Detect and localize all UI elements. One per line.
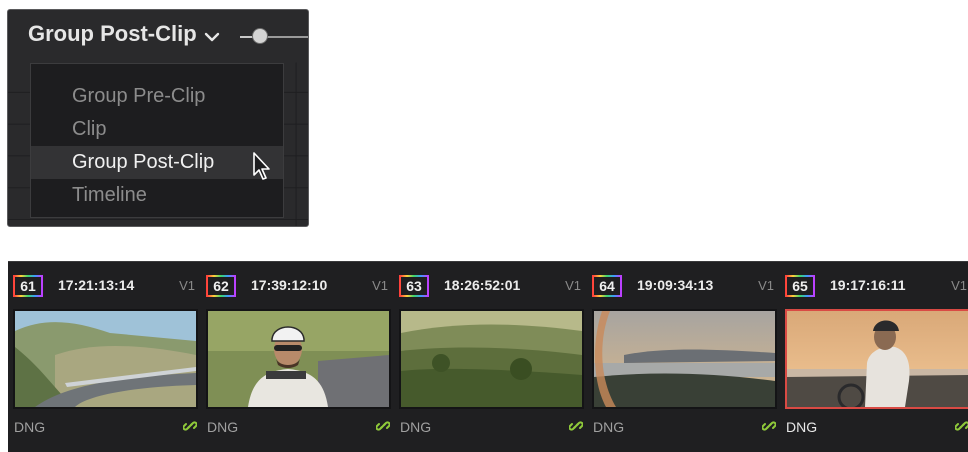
link-icon <box>762 421 776 431</box>
clip-64[interactable]: 64 19:09:34:13 V1 DNG <box>587 262 780 452</box>
clip-number-badge: 63 <box>399 275 429 297</box>
clip-timecode: 17:39:12:10 <box>251 277 328 293</box>
clip-63[interactable]: 63 18:26:52:01 V1 DNG <box>394 262 587 452</box>
node-mode-panel: Group Post-Clip Group Pre-Clip Clip Grou… <box>7 9 309 227</box>
cyclist-silhouette-image <box>787 311 968 407</box>
node-mode-label[interactable]: Group Post-Clip <box>28 21 197 47</box>
chevron-down-icon[interactable] <box>204 32 220 42</box>
clip-timecode: 19:09:34:13 <box>637 277 714 293</box>
clip-format: DNG <box>400 419 432 435</box>
clip-number-badge: 62 <box>206 275 236 297</box>
node-mode-menu: Group Pre-Clip Clip Group Post-Clip Time… <box>30 63 284 218</box>
clip-thumbnail-selected[interactable] <box>785 309 968 409</box>
clip-65[interactable]: 65 19:17:16:11 V1 DNG <box>780 262 968 452</box>
menu-item-clip[interactable]: Clip <box>31 113 283 146</box>
cyclist-closeup-image <box>208 311 389 407</box>
clip-strip: 61 17:21:13:14 V1 DNG 62 17:39:12:10 V1 <box>8 261 968 452</box>
menu-item-timeline[interactable]: Timeline <box>31 179 283 212</box>
coastal-road-image <box>15 311 196 407</box>
clip-number-badge: 61 <box>13 275 43 297</box>
link-icon <box>376 421 390 431</box>
node-mode-dropdown[interactable]: Group Post-Clip <box>8 10 308 62</box>
clip-61[interactable]: 61 17:21:13:14 V1 DNG <box>8 262 201 452</box>
clip-number-badge: 65 <box>785 275 815 297</box>
menu-item-group-post-clip[interactable]: Group Post-Clip <box>31 146 283 179</box>
clip-track: V1 <box>565 278 581 293</box>
clip-format: DNG <box>786 419 818 435</box>
zoom-slider-thumb[interactable] <box>253 29 267 43</box>
clip-thumbnail[interactable] <box>399 309 584 409</box>
mouse-pointer-icon <box>253 152 270 180</box>
clip-format: DNG <box>14 419 46 435</box>
link-icon <box>955 421 968 431</box>
clip-62[interactable]: 62 17:39:12:10 V1 DNG <box>201 262 394 452</box>
green-hillside-image <box>401 311 582 407</box>
clip-track: V1 <box>372 278 388 293</box>
clip-timecode: 18:26:52:01 <box>444 277 521 293</box>
clip-timecode: 17:21:13:14 <box>58 277 135 293</box>
sunset-bay-image <box>594 311 775 407</box>
clip-thumbnail[interactable] <box>13 309 198 409</box>
clip-timecode: 19:17:16:11 <box>830 277 906 293</box>
link-icon <box>569 421 583 431</box>
clip-track: V1 <box>951 278 967 293</box>
menu-item-group-pre-clip[interactable]: Group Pre-Clip <box>31 80 283 113</box>
clip-track: V1 <box>758 278 774 293</box>
clip-format: DNG <box>593 419 625 435</box>
clip-track: V1 <box>179 278 195 293</box>
link-icon <box>183 421 197 431</box>
clip-format: DNG <box>207 419 239 435</box>
clip-thumbnail[interactable] <box>592 309 777 409</box>
clip-number-badge: 64 <box>592 275 622 297</box>
clip-thumbnail[interactable] <box>206 309 391 409</box>
